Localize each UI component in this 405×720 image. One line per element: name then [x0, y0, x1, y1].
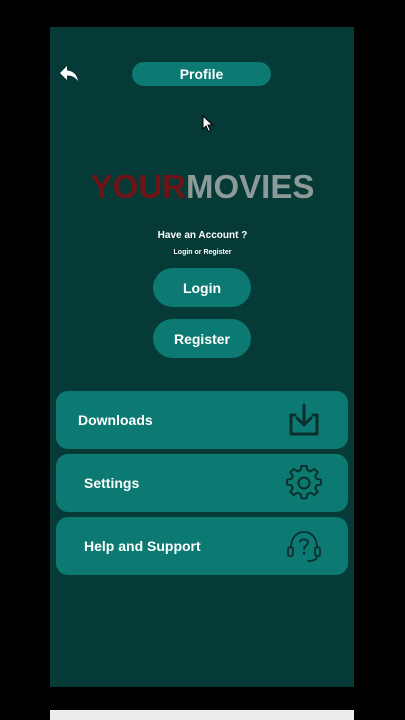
gear-icon — [286, 465, 322, 500]
menu-item-label: Help and Support — [84, 538, 201, 554]
page-title-label: Profile — [179, 66, 224, 82]
back-button[interactable] — [58, 63, 80, 85]
menu-item-downloads[interactable]: Downloads — [56, 391, 348, 449]
app-logo: YOURMOVIES — [0, 168, 405, 206]
account-prompt: Have an Account ? — [157, 230, 248, 241]
register-button[interactable]: Register — [153, 319, 251, 358]
download-icon — [289, 403, 319, 436]
page-title: Profile — [132, 62, 271, 86]
login-button-label: Login — [182, 279, 222, 296]
login-button[interactable]: Login — [153, 268, 251, 307]
account-subprompt: Login or Register — [173, 249, 232, 256]
menu-item-label: Downloads — [78, 412, 153, 428]
menu-item-settings[interactable]: Settings — [56, 454, 348, 512]
register-button-label: Register — [173, 330, 231, 347]
bottom-edge-strip — [50, 710, 354, 720]
menu-item-help-and-support[interactable]: Help and Support — [56, 517, 348, 575]
back-arrow-icon — [60, 66, 78, 81]
logo-part-your: YOUR — [90, 168, 186, 205]
headset-help-icon — [287, 531, 321, 562]
logo-part-movies: MOVIES — [185, 168, 315, 205]
mouse-cursor-icon — [202, 115, 214, 133]
menu-item-label: Settings — [84, 475, 140, 491]
